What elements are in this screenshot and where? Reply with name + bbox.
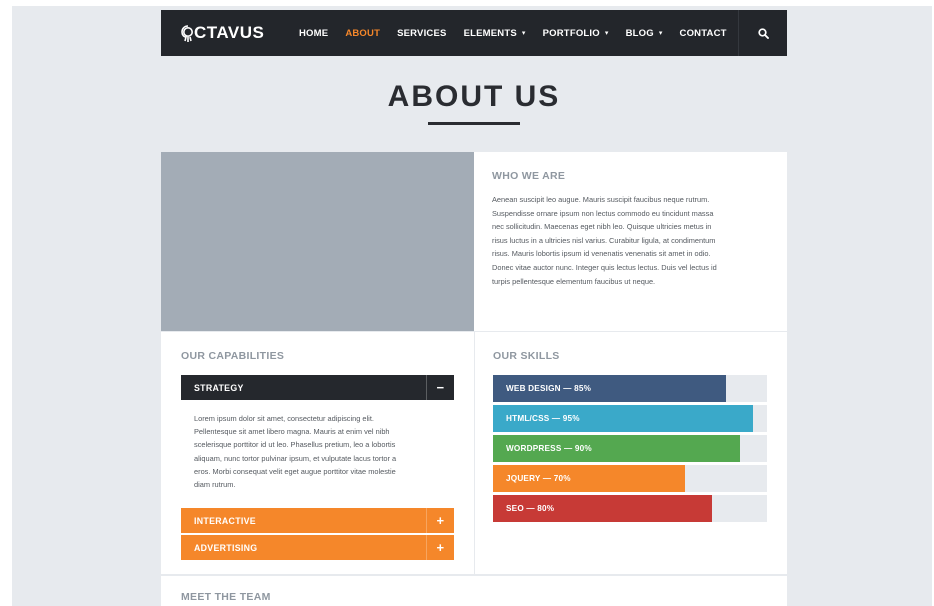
strategy-line: scelerisque porttitor id ut leo. Phasell…: [194, 440, 396, 450]
page-title: ABOUT US: [387, 80, 561, 113]
strategy-line: Lorem ipsum dolor sit amet, consectetur …: [194, 414, 374, 423]
capabilities-heading: OUR CAPABILITIES: [181, 350, 285, 362]
who-we-are-line: nec sollicitudin. Maecenas eget nibh leo…: [492, 222, 712, 232]
who-we-are-line: Aenean suscipit leo augue. Mauris suscip…: [492, 195, 710, 204]
octopus-logo-icon: [181, 25, 193, 42]
who-we-are-line: risus. Mauris lobortis ipsum id venenati…: [492, 249, 711, 259]
strategy-line: diam rutrum.: [194, 480, 236, 490]
about-image-placeholder: [161, 152, 474, 331]
expand-icon[interactable]: +: [426, 508, 454, 533]
who-we-are-panel: WHO WE ARE Aenean suscipit leo augue. Ma…: [474, 152, 787, 331]
skills-panel: OUR SKILLS WEB DESIGN — 85% HTML/CSS — 95…: [475, 332, 787, 574]
skill-bar-fill: JQUERY — 70%: [493, 465, 685, 492]
nav-search-button[interactable]: [738, 10, 787, 56]
title-underline: [428, 122, 520, 125]
accordion-label: INTERACTIVE: [194, 515, 256, 526]
top-navbar: CTAVUS HOME ABOUT SERVICES ELEMENTS ▾ PORTFOL…: [161, 10, 787, 56]
logo[interactable]: CTAVUS: [181, 23, 299, 43]
skill-bar-label: JQUERY — 70%: [506, 474, 571, 483]
skill-bar-label: HTML/CSS — 95%: [506, 414, 580, 423]
skill-bar-track: JQUERY — 70%: [493, 465, 767, 492]
nav-item-about[interactable]: ABOUT: [345, 28, 380, 39]
who-we-are-line: risus luctus in a ultricies nisl varius.…: [492, 235, 716, 245]
nav-item-label: BLOG: [625, 27, 654, 39]
who-we-are-heading: WHO WE ARE: [492, 170, 566, 182]
who-we-are-line: Suspendisse ornare ipsum non lectus comm…: [492, 208, 714, 218]
who-we-are-text: Aenean suscipit leo augue. Mauris suscip…: [492, 193, 772, 288]
chevron-down-icon: ▾: [521, 30, 526, 37]
meet-the-team-heading: MEET THE TEAM: [181, 591, 271, 603]
nav-item-blog[interactable]: BLOG ▾: [626, 28, 663, 39]
main-nav: HOME ABOUT SERVICES ELEMENTS ▾ PORTFOLIO ▾ BLOG…: [299, 10, 744, 56]
page-frame: CTAVUS HOME ABOUT SERVICES ELEMENTS ▾ PORTFOL…: [12, 6, 932, 606]
skill-bar-fill: HTML/CSS — 95%: [493, 405, 754, 432]
nav-item-home[interactable]: HOME: [299, 28, 328, 39]
accordion-strategy-content: Lorem ipsum dolor sit amet, consectetur …: [194, 412, 454, 491]
skill-bar-label: WORDPRESS — 90%: [506, 444, 592, 453]
nav-item-elements[interactable]: ELEMENTS ▾: [464, 28, 526, 39]
skill-bar-track: HTML/CSS — 95%: [493, 405, 767, 432]
skill-bar-fill: WORDPRESS — 90%: [493, 435, 740, 462]
skill-bar-track: WORDPRESS — 90%: [493, 435, 767, 462]
who-we-are-line: Donec vitae auctor nunc. Integer quis le…: [492, 262, 717, 272]
skill-bar-track: WEB DESIGN — 85%: [493, 375, 767, 402]
skill-bar-fill: WEB DESIGN — 85%: [493, 375, 726, 402]
collapse-icon[interactable]: −: [426, 375, 454, 400]
skill-bar-track: SEO — 80%: [493, 495, 767, 522]
strategy-line: eros. Morbi consequat velit eget augue p…: [194, 466, 396, 476]
strategy-line: Pellentesque sit amet libero magna. Maur…: [194, 427, 390, 437]
chevron-down-icon: ▾: [604, 30, 609, 37]
skill-bar-label: SEO — 80%: [506, 504, 555, 513]
capabilities-panel: OUR CAPABILITIES STRATEGY − Lorem ipsum …: [161, 332, 474, 574]
nav-item-label: ELEMENTS: [463, 27, 517, 39]
nav-item-portfolio[interactable]: PORTFOLIO ▾: [543, 28, 609, 39]
skill-bar-fill: SEO — 80%: [493, 495, 713, 522]
chevron-down-icon: ▾: [658, 30, 663, 37]
accordion-label: STRATEGY: [194, 382, 244, 393]
nav-item-label: SERVICES: [397, 27, 447, 39]
accordion-interactive[interactable]: INTERACTIVE +: [181, 508, 454, 533]
accordion-strategy[interactable]: STRATEGY −: [181, 375, 454, 400]
nav-item-label: HOME: [299, 27, 329, 39]
accordion-label: ADVERTISING: [194, 542, 258, 553]
strategy-line: aliquam, nunc tortor pulvinar ipsum, et …: [194, 453, 397, 463]
nav-item-services[interactable]: SERVICES: [397, 28, 446, 39]
search-icon: [757, 27, 769, 39]
meet-the-team-panel: MEET THE TEAM: [161, 576, 787, 606]
who-we-are-line: turpis pellentesque elementum faucibus u…: [492, 276, 656, 286]
expand-icon[interactable]: +: [426, 535, 454, 560]
logo-text: CTAVUS: [194, 23, 265, 42]
accordion-advertising[interactable]: ADVERTISING +: [181, 535, 454, 560]
skill-bar-label: WEB DESIGN — 85%: [506, 384, 592, 393]
skills-heading: OUR SKILLS: [493, 350, 560, 362]
nav-item-label: CONTACT: [679, 27, 727, 39]
nav-item-contact[interactable]: CONTACT: [680, 28, 727, 39]
nav-item-label: PORTFOLIO: [542, 27, 600, 39]
nav-item-label: ABOUT: [345, 27, 381, 39]
